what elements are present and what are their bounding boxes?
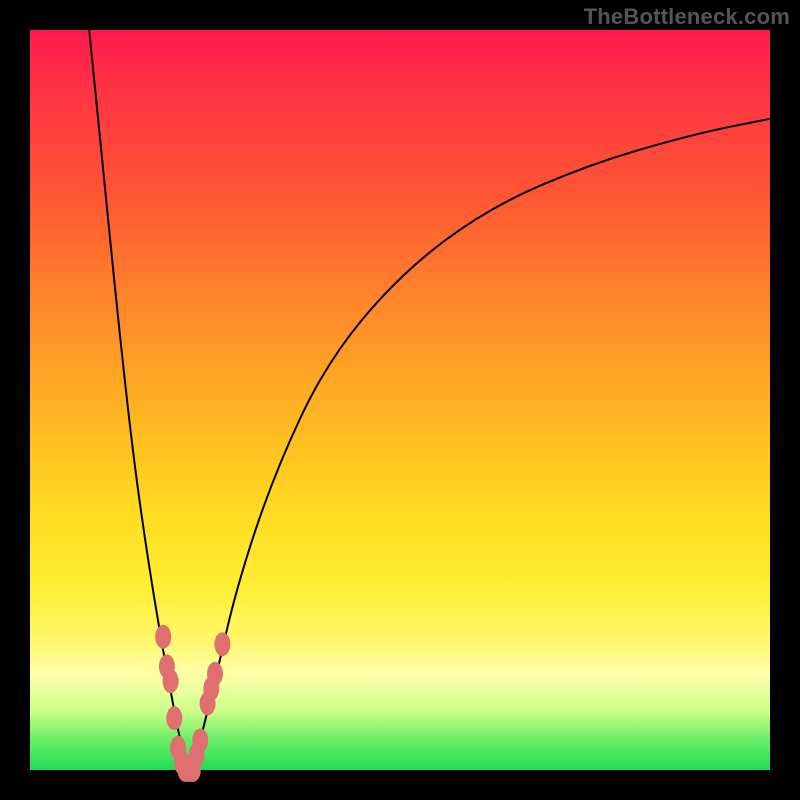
data-marker — [166, 706, 182, 730]
watermark-text: TheBottleneck.com — [584, 4, 790, 30]
chart-svg — [30, 30, 770, 770]
data-marker — [155, 625, 171, 649]
marker-group — [155, 625, 230, 782]
data-marker — [214, 632, 230, 656]
curve-right — [193, 119, 770, 770]
data-marker — [207, 662, 223, 686]
data-marker — [163, 669, 179, 693]
data-marker — [192, 728, 208, 752]
chart-frame: TheBottleneck.com — [0, 0, 800, 800]
curve-left — [89, 30, 189, 770]
